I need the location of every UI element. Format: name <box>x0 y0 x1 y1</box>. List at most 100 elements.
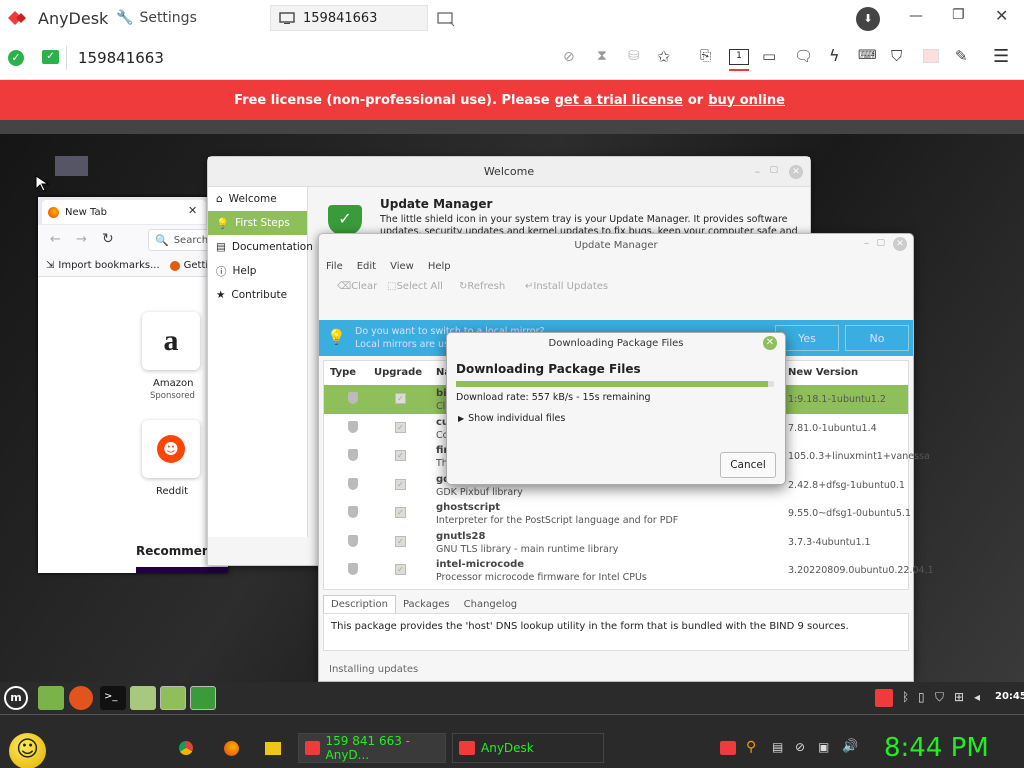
table-row[interactable]: ✓ gnutls28 GNU TLS library - main runtime … <box>324 528 908 557</box>
welcome-maximize-icon[interactable]: ▢ <box>769 165 778 175</box>
sidebar-item-welcome[interactable]: ⌂ Welcome <box>208 187 307 211</box>
upgrade-checkbox[interactable]: ✓ <box>395 564 406 575</box>
tab-settings[interactable]: 🔧 Settings <box>110 4 265 32</box>
show-files-expander[interactable]: ▶ Show individual files <box>458 413 565 424</box>
privacy-icon[interactable]: ⊘ <box>563 49 575 65</box>
um-minimize-icon[interactable]: – <box>864 238 869 249</box>
trial-license-link[interactable]: get a trial license <box>555 93 683 108</box>
whiteboard-pen-icon[interactable]: ✎ <box>955 47 968 65</box>
menu-icon[interactable]: ☰ <box>993 46 1009 67</box>
col-type[interactable]: Type <box>330 361 356 385</box>
tab-changelog[interactable]: Changelog <box>457 595 525 613</box>
menu-file[interactable]: File <box>326 261 343 272</box>
table-row[interactable]: ✓ intel-microcode Processor microcode firm… <box>324 556 934 585</box>
network-tray-icon[interactable]: ▣ <box>818 740 829 754</box>
upgrade-checkbox[interactable]: ✓ <box>395 507 406 518</box>
firefox-taskbar-icon[interactable] <box>224 741 239 756</box>
menu-view[interactable]: View <box>390 261 414 272</box>
reddit-tile[interactable]: ☻ <box>142 420 200 478</box>
amazon-tile[interactable]: a <box>142 312 200 370</box>
mint-menu-icon[interactable]: m <box>4 686 28 710</box>
upgrade-checkbox[interactable]: ✓ <box>395 421 406 433</box>
database-icon[interactable]: ⛁ <box>628 48 640 64</box>
menu-help[interactable]: Help <box>428 261 451 272</box>
upgrade-checkbox[interactable]: ✓ <box>395 393 406 404</box>
update-manager-panel-icon[interactable] <box>190 686 216 710</box>
table-row[interactable]: ✓ ghostscript Interpreter for the PostScri… <box>324 499 911 528</box>
tab-packages[interactable]: Packages <box>396 595 457 613</box>
minimize-icon[interactable]: — <box>909 8 923 24</box>
upgrade-checkbox[interactable]: ✓ <box>395 535 406 547</box>
dl-close-icon[interactable]: ✕ <box>763 336 777 350</box>
keyboard-icon[interactable]: ⌨ <box>858 48 877 63</box>
clipboard-icon[interactable]: ▯ <box>918 690 925 704</box>
file-transfer-icon[interactable]: ⎘ <box>700 48 711 64</box>
install-updates-button[interactable]: ↵Install Updates <box>525 281 608 292</box>
start-smiley-icon[interactable]: ☺ <box>9 733 46 768</box>
buy-online-link[interactable]: buy online <box>708 93 785 108</box>
star-icon[interactable]: ✩ <box>657 47 670 66</box>
remote-clock[interactable]: 20:45 <box>995 691 1024 702</box>
desktop-icon[interactable] <box>55 156 88 176</box>
speaker-icon[interactable]: 🔊 <box>842 739 858 754</box>
files-folder-icon[interactable] <box>38 686 64 710</box>
tab-remote-session[interactable]: 159841663 <box>270 5 428 31</box>
menu-edit[interactable]: Edit <box>357 261 376 272</box>
taskbar-anydesk[interactable]: AnyDesk <box>452 733 604 763</box>
volume-icon[interactable]: ◂ <box>974 690 980 704</box>
new-session-icon[interactable] <box>437 11 455 27</box>
chat-icon[interactable]: 🗨 <box>794 47 813 65</box>
local-clock[interactable]: 8:44 PM <box>884 733 989 763</box>
sidebar-item-help[interactable]: ⓘ Help <box>208 259 307 283</box>
bookmark-import[interactable]: Import bookmarks... <box>58 260 159 271</box>
close-icon[interactable]: ✕ <box>995 6 1008 25</box>
restore-icon[interactable]: ❐ <box>952 7 965 23</box>
um-maximize-icon[interactable]: ▢ <box>876 238 885 248</box>
permissions-shield-icon[interactable]: ⛉ <box>891 47 902 65</box>
blocked-tray-icon[interactable]: ⊘ <box>795 740 805 754</box>
upgrade-checkbox[interactable]: ✓ <box>395 450 406 461</box>
folder-icon[interactable] <box>130 686 156 710</box>
taskbar-anydesk-session[interactable]: 159 841 663 - AnyD... <box>298 733 446 763</box>
sidebar-item-contribute[interactable]: ★ Contribute <box>208 283 307 307</box>
search-tray-icon[interactable]: ⚲ <box>746 739 756 755</box>
browser-tab-close-icon[interactable]: ✕ <box>188 204 197 217</box>
firefox-panel-icon[interactable] <box>69 686 93 710</box>
actions-lightning-icon[interactable]: ϟ <box>829 46 840 65</box>
document-tray-icon[interactable]: ▤ <box>772 740 783 754</box>
upgrade-checkbox[interactable]: ✓ <box>395 478 406 490</box>
browser-tab-new[interactable]: New Tab <box>42 200 206 224</box>
mirror-no-button[interactable]: No <box>845 325 909 351</box>
terminal-icon[interactable]: >_ <box>100 686 126 710</box>
cancel-button[interactable]: Cancel <box>720 452 776 478</box>
forward-icon[interactable]: → <box>76 232 87 247</box>
monitor-select-icon[interactable]: 1 <box>729 49 749 65</box>
welcome-minimize-icon[interactable]: – <box>755 165 761 178</box>
network-icon[interactable]: ⊞ <box>954 690 964 704</box>
anydesk-tray-icon[interactable] <box>875 689 893 707</box>
chrome-icon[interactable] <box>179 741 193 755</box>
record-icon[interactable] <box>923 49 939 63</box>
shield-tray-icon[interactable]: ⛉ <box>935 690 944 705</box>
explorer-folder-icon[interactable] <box>265 742 281 755</box>
recommended-card[interactable] <box>136 567 228 573</box>
sidebar-item-first-steps[interactable]: 💡 First Steps <box>208 211 307 235</box>
refresh-button[interactable]: ↻Refresh <box>459 281 505 292</box>
display-icon[interactable]: ▭ <box>762 47 776 65</box>
tab-description[interactable]: Description <box>323 595 396 613</box>
reload-icon[interactable]: ↻ <box>102 231 114 247</box>
select-all-button[interactable]: ⬚Select All <box>387 281 443 292</box>
download-icon[interactable]: ⬇ <box>856 7 880 31</box>
clear-button[interactable]: ⌫Clear <box>337 281 377 292</box>
anydesk-tray-local-icon[interactable] <box>720 741 736 755</box>
mint-welcome-icon[interactable] <box>160 686 186 710</box>
bluetooth-icon[interactable]: ᛒ <box>902 690 909 704</box>
back-icon[interactable]: ← <box>50 232 61 247</box>
sidebar-item-documentation[interactable]: ▤ Documentation <box>208 235 313 259</box>
col-upgrade[interactable]: Upgrade <box>374 361 422 385</box>
hourglass-icon[interactable]: ⧗ <box>597 48 607 64</box>
remote-address[interactable]: 159841663 <box>78 49 164 67</box>
welcome-close-icon[interactable]: ✕ <box>789 165 803 179</box>
col-new-version[interactable]: New Version <box>788 361 858 385</box>
um-close-icon[interactable]: ✕ <box>893 237 907 251</box>
